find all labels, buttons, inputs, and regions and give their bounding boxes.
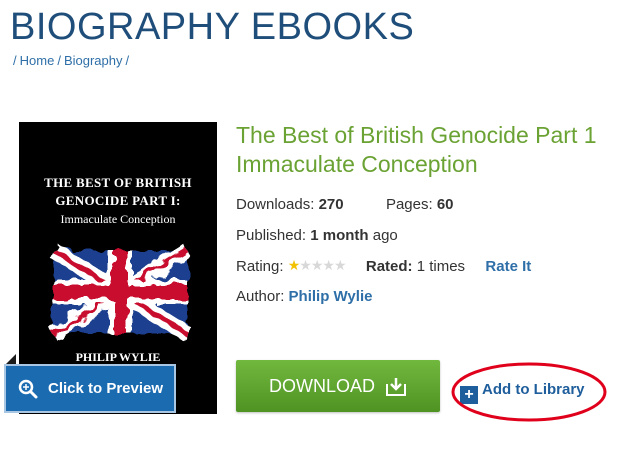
- pages-count: 60: [436, 196, 454, 213]
- breadcrumb-biography-link[interactable]: Biography: [64, 53, 123, 68]
- page-title: BIOGRAPHY EBOOKS: [10, 6, 415, 48]
- star-icon[interactable]: ★: [311, 257, 324, 273]
- star-icon[interactable]: ★: [322, 257, 335, 273]
- plus-icon: +: [460, 386, 478, 404]
- rating-label: Rating:: [236, 258, 284, 275]
- breadcrumb-home-link[interactable]: Home: [20, 53, 55, 68]
- book-title: The Best of British Genocide Part 1 Imma…: [236, 122, 597, 177]
- published-label: Published:: [236, 227, 307, 244]
- union-flag-image: [48, 243, 192, 341]
- rated-count: 1 times: [416, 258, 466, 275]
- rated-label: Rated:: [365, 258, 413, 275]
- rating-stars[interactable]: ★★★★★: [288, 257, 347, 274]
- download-button-label: DOWNLOAD: [268, 375, 375, 396]
- author-link[interactable]: Philip Wylie: [289, 288, 373, 305]
- pages-label: Pages:: [385, 196, 433, 213]
- author-row: Author: Philip Wylie: [236, 288, 372, 305]
- published-value: 1 month: [310, 227, 369, 244]
- breadcrumb: / Home / Biography /: [13, 53, 130, 68]
- star-icon[interactable]: ★: [334, 257, 347, 273]
- stats-row: Downloads: 270 Pages: 60: [236, 196, 454, 213]
- preview-button-label: Click to Preview: [48, 380, 164, 397]
- add-to-library-button[interactable]: + Add to Library: [460, 374, 585, 404]
- published-suffix: ago: [372, 227, 398, 244]
- cover-title: THE BEST OF BRITISH GENOCIDE PART I:: [44, 175, 192, 208]
- cover-author: PHILIP WYLIE: [75, 350, 161, 364]
- add-to-library-label: Add to Library: [482, 380, 585, 398]
- downloads-count: 270: [318, 196, 344, 213]
- star-icon[interactable]: ★: [288, 257, 301, 273]
- rating-row: Rating: ★★★★★ Rated: 1 times Rate It: [236, 257, 531, 275]
- star-icon[interactable]: ★: [299, 257, 312, 273]
- published-row: Published: 1 month ago: [236, 227, 398, 244]
- rate-it-link[interactable]: Rate It: [485, 258, 531, 275]
- preview-button[interactable]: Click to Preview: [4, 364, 176, 413]
- author-label: Author:: [236, 288, 285, 305]
- download-icon: [386, 378, 406, 396]
- download-button[interactable]: DOWNLOAD: [236, 360, 440, 412]
- downloads-label: Downloads:: [236, 196, 315, 213]
- cover-subtitle: Immaculate Conception: [60, 212, 176, 226]
- magnifier-icon: [18, 379, 38, 398]
